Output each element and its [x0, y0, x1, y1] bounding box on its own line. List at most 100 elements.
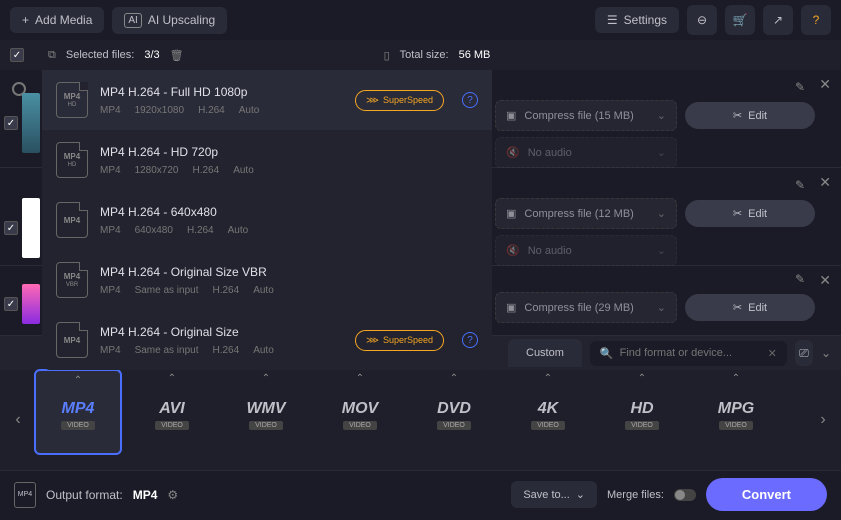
settings-label: Settings [624, 13, 667, 27]
audio-label: No audio [528, 245, 572, 257]
chevron-up-icon: ⌃ [74, 375, 82, 386]
search-box[interactable]: 🔍 ✕ [590, 341, 787, 366]
close-icon[interactable]: ✕ [819, 272, 831, 289]
preset-title: MP4 H.264 - 640x480 [100, 205, 478, 219]
preset-title: MP4 H.264 - Full HD 1080p [100, 85, 343, 99]
prev-formats-button[interactable]: ‹ [8, 411, 28, 429]
preset-file-icon: MP4 [56, 202, 88, 238]
audio-dropdown[interactable]: 🔇 No audio ⌄ [495, 137, 677, 168]
convert-label: Convert [742, 487, 791, 502]
info-icon[interactable]: ? [462, 92, 478, 108]
chevron-up-icon: ⌃ [356, 373, 364, 384]
format-logo: MPG [718, 401, 754, 417]
next-formats-button[interactable]: › [813, 411, 833, 429]
compress-icon: ▣ [506, 207, 516, 220]
close-icon[interactable]: ✕ [819, 174, 831, 191]
format-tile-dvd[interactable]: ⌃ DVD VIDEO [410, 369, 498, 455]
thumbnail [22, 284, 40, 324]
add-media-button[interactable]: + Add Media [10, 7, 104, 33]
preset-dropdown: MP4HD MP4 H.264 - Full HD 1080p MP41920x… [42, 70, 492, 370]
ai-icon: AI [124, 13, 141, 28]
compress-label: Compress file (29 MB) [524, 302, 633, 314]
select-all-checkbox[interactable] [10, 48, 24, 62]
clear-search-icon[interactable]: ✕ [768, 347, 777, 360]
help-button[interactable]: ? [801, 5, 831, 35]
chevron-down-icon: ⌄ [657, 207, 666, 220]
selected-files-label: Selected files: [66, 49, 134, 61]
bolt-icon: ⋙ [366, 95, 379, 106]
preset-item[interactable]: MP4HD MP4 H.264 - HD 720p MP41280x720H.2… [42, 130, 492, 190]
add-media-label: Add Media [35, 13, 92, 27]
format-logo: MP4 [62, 401, 95, 417]
chevron-down-icon[interactable]: ⌄ [821, 346, 831, 360]
edit-button[interactable]: ✂ Edit [685, 102, 815, 129]
total-size-label: Total size: [400, 49, 449, 61]
preset-file-icon: MP4HD [56, 82, 88, 118]
file-checkbox[interactable] [4, 116, 18, 130]
preset-info: MP4 H.264 - HD 720p MP41280x720H.264Auto [100, 145, 478, 176]
key-icon: ⊖ [697, 13, 707, 27]
preset-item[interactable]: MP4HD MP4 H.264 - Full HD 1080p MP41920x… [42, 70, 492, 130]
info-icon[interactable]: ? [462, 332, 478, 348]
edit-button[interactable]: ✂ Edit [685, 294, 815, 321]
preset-file-icon: MP4 [56, 322, 88, 358]
custom-tab[interactable]: Custom [508, 339, 582, 367]
preset-meta: MP4Same as inputH.264Auto [100, 345, 343, 356]
compress-dropdown[interactable]: ▣ Compress file (15 MB) ⌄ [495, 100, 677, 131]
preset-title: MP4 H.264 - Original Size [100, 325, 343, 339]
format-tile-mpg[interactable]: ⌃ MPG VIDEO [692, 369, 780, 455]
pencil-icon[interactable]: ✎ [795, 80, 805, 94]
sliders-icon: ☰ [607, 13, 618, 27]
preset-item[interactable]: MP4VBR MP4 H.264 - Original Size VBR MP4… [42, 250, 492, 310]
compress-icon: ▣ [506, 109, 516, 122]
preset-file-icon: MP4VBR [56, 262, 88, 298]
pencil-icon[interactable]: ✎ [795, 178, 805, 192]
pencil-icon[interactable]: ✎ [795, 272, 805, 286]
key-button[interactable]: ⊖ [687, 5, 717, 35]
format-tile-avi[interactable]: ⌃ AVI VIDEO [128, 369, 216, 455]
superspeed-badge: ⋙SuperSpeed [355, 90, 444, 111]
edit-label: Edit [748, 110, 767, 122]
audio-dropdown[interactable]: 🔇 No audio ⌄ [495, 235, 677, 266]
audio-label: No audio [528, 147, 572, 159]
preset-item[interactable]: MP4 MP4 H.264 - Original Size MP4Same as… [42, 310, 492, 370]
chevron-up-icon: ⌃ [262, 373, 270, 384]
compress-dropdown[interactable]: ▣ Compress file (12 MB) ⌄ [495, 198, 677, 229]
share-button[interactable]: ↗ [763, 5, 793, 35]
help-icon: ? [813, 13, 820, 27]
device-button[interactable]: ⎚ [795, 340, 813, 366]
format-logo: AVI [159, 401, 184, 417]
chevron-up-icon: ⌃ [638, 373, 646, 384]
preset-title: MP4 H.264 - HD 720p [100, 145, 478, 159]
preset-info: MP4 H.264 - Original Size VBR MP4Same as… [100, 265, 478, 296]
format-sublabel: VIDEO [343, 421, 377, 430]
file-checkbox[interactable] [4, 297, 18, 311]
settings-button[interactable]: ☰ Settings [595, 7, 679, 33]
close-icon[interactable]: ✕ [819, 76, 831, 93]
ai-upscaling-button[interactable]: AI AI Upscaling [112, 7, 227, 34]
search-input[interactable] [620, 347, 762, 359]
scissors-icon: ✂ [733, 207, 742, 220]
format-tile-mp4[interactable]: ⌃ MP4 VIDEO [34, 369, 122, 455]
compress-dropdown[interactable]: ▣ Compress file (29 MB) ⌄ [495, 292, 677, 323]
format-tile-wmv[interactable]: ⌃ WMV VIDEO [222, 369, 310, 455]
format-sublabel: VIDEO [61, 421, 95, 430]
format-logo: WMV [246, 401, 285, 417]
format-tile-hd[interactable]: ⌃ HD VIDEO [598, 369, 686, 455]
save-to-button[interactable]: Save to... ⌄ [511, 481, 597, 508]
trash-icon[interactable]: 🗑 [170, 49, 184, 62]
format-tile-4k[interactable]: ⌃ 4K VIDEO [504, 369, 592, 455]
gear-icon[interactable]: ⚙ [167, 488, 178, 502]
edit-button[interactable]: ✂ Edit [685, 200, 815, 227]
file-checkbox[interactable] [4, 221, 18, 235]
merge-files-toggle[interactable] [674, 489, 696, 501]
preset-meta: MP4Same as inputH.264Auto [100, 285, 478, 296]
format-logo: DVD [437, 401, 471, 417]
plus-icon: + [22, 13, 29, 27]
share-icon: ↗ [773, 13, 783, 27]
format-tile-mov[interactable]: ⌃ MOV VIDEO [316, 369, 404, 455]
audio-icon: 🔇 [506, 244, 520, 257]
cart-button[interactable]: 🛒 [725, 5, 755, 35]
convert-button[interactable]: Convert [706, 478, 827, 511]
preset-item[interactable]: MP4 MP4 H.264 - 640x480 MP4640x480H.264A… [42, 190, 492, 250]
